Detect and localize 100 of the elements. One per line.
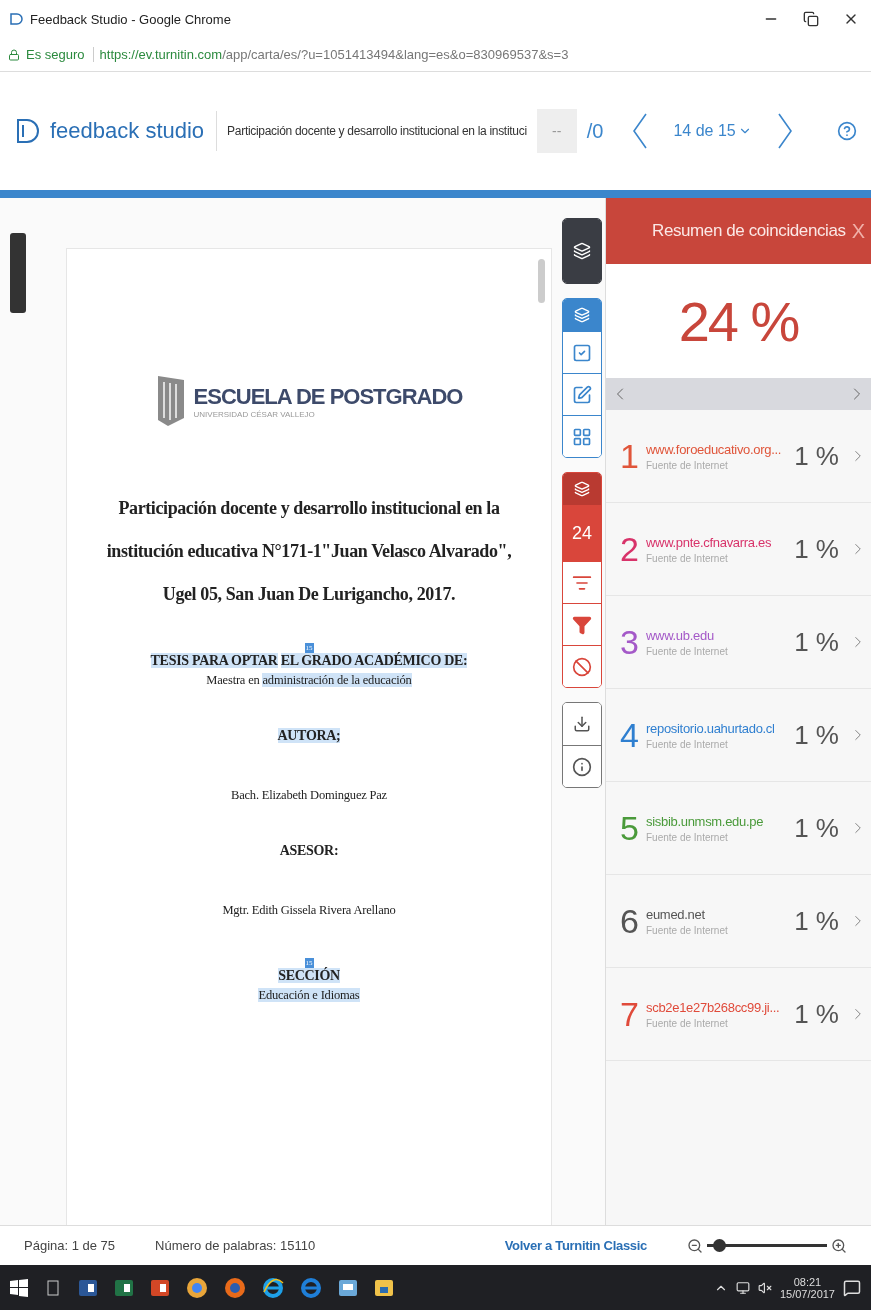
layers-button[interactable] <box>563 219 601 283</box>
match-percent: 1 % <box>794 533 839 565</box>
logo-icon <box>14 117 40 145</box>
restore-icon[interactable] <box>803 11 819 27</box>
document-title: Participación docente y desarrollo institucional en la instituci <box>227 124 527 138</box>
app-logo-icon <box>8 11 24 27</box>
match-type: Fuente de Internet <box>646 552 729 564</box>
chevron-left-icon <box>633 113 648 149</box>
presentation-icon[interactable] <box>150 1277 170 1298</box>
section-heading: ASESOR: <box>279 843 339 859</box>
info-button[interactable] <box>563 745 601 787</box>
match-source: www.ub.edu <box>646 627 715 643</box>
browser-icon[interactable] <box>300 1276 322 1299</box>
next-button[interactable] <box>777 113 792 149</box>
match-source: scb2e1e27b268cc99.ji... <box>646 999 781 1015</box>
grade-total: /0 <box>586 119 604 143</box>
match-source: sisbib.unmsm.edu.pe <box>646 813 765 829</box>
chevron-right-icon <box>777 113 792 149</box>
store-icon[interactable] <box>338 1277 358 1298</box>
match-source: www.pnte.cfnavarra.es <box>646 534 773 550</box>
word-processor-icon[interactable] <box>78 1277 98 1298</box>
exclude-button[interactable] <box>563 645 601 687</box>
match-type: Fuente de Internet <box>646 831 729 843</box>
browser-icon[interactable] <box>262 1276 284 1299</box>
help-icon <box>837 121 857 141</box>
info-icon <box>572 756 592 777</box>
browser-icon[interactable] <box>186 1276 208 1299</box>
similarity-total: 24 % <box>606 264 871 378</box>
notification-icon[interactable] <box>843 1278 861 1297</box>
match-number: 2 <box>620 529 636 569</box>
layers-icon <box>574 481 590 497</box>
help-button[interactable] <box>837 121 857 141</box>
shield-icon <box>155 374 186 428</box>
url-text[interactable]: https://ev.turnitin.com/app/carta/es/?u=1051413494&lang=es&o=830969537&s=3 <box>99 47 569 62</box>
task-view-icon[interactable] <box>44 1278 62 1297</box>
similarity-count-button[interactable]: 24 <box>563 505 601 561</box>
match-number: 3 <box>620 622 636 662</box>
brand-name: feedback studio <box>50 111 218 151</box>
pager-dropdown[interactable]: 14 de 15 <box>657 122 768 140</box>
volume-icon[interactable] <box>757 1280 772 1295</box>
grid-icon <box>572 426 592 447</box>
match-type: Fuente de Internet <box>646 924 729 936</box>
match-number: 7 <box>620 994 636 1034</box>
layers-button[interactable] <box>563 473 601 505</box>
match-number: 5 <box>620 808 636 848</box>
match-type: Fuente de Internet <box>646 1017 729 1029</box>
match-percent: 1 % <box>794 719 839 751</box>
match-percent: 1 % <box>794 626 839 658</box>
prohibited-icon <box>572 656 592 677</box>
browser-icon[interactable] <box>224 1276 246 1299</box>
checkbox-icon <box>572 342 592 363</box>
folder-icon[interactable] <box>374 1277 394 1298</box>
match-percent: 1 % <box>794 440 839 472</box>
match-percent: 1 % <box>794 812 839 844</box>
text-line: Mgtr. Edith Gissela Rivera Arellano <box>222 903 396 918</box>
clock-date: 15/07/2017 <box>779 1287 835 1300</box>
match-type: Fuente de Internet <box>646 645 729 657</box>
match-type: Fuente de Internet <box>646 738 729 750</box>
match-number: 6 <box>620 901 636 941</box>
layers-icon <box>573 242 591 260</box>
network-icon[interactable] <box>735 1280 750 1295</box>
zoom-out-icon[interactable] <box>687 1237 703 1254</box>
scrollbar-thumb[interactable] <box>538 259 545 303</box>
clock-time: 08:21 <box>793 1275 822 1288</box>
window-title: Feedback Studio - Google Chrome <box>30 11 232 27</box>
spreadsheet-icon[interactable] <box>114 1277 134 1298</box>
section-heading: AUTORA; <box>277 728 341 744</box>
match-number: 1 <box>620 436 636 476</box>
match-number: 4 <box>620 715 636 755</box>
panel-title: Resumen de coincidencias <box>652 221 846 241</box>
match-source: www.foroeducativo.org... <box>646 441 783 457</box>
download-icon <box>573 715 591 733</box>
section-heading: TESIS PARA OPTAR EL GRADO ACADÉMICO DE: <box>150 653 468 669</box>
title-line: institución educativa N°171-1"Juan Velasco Alvarado", <box>106 541 512 562</box>
match-percent: 1 % <box>794 998 839 1030</box>
classic-link[interactable]: Volver a Turnitin Classic <box>504 1238 647 1253</box>
match-percent: 1 % <box>794 905 839 937</box>
grid-button[interactable] <box>563 415 601 457</box>
filter-icon <box>572 614 592 635</box>
start-icon[interactable] <box>10 1278 28 1297</box>
layers-button[interactable] <box>563 299 601 331</box>
text-line: Bach. Elizabeth Dominguez Paz <box>231 788 387 803</box>
word-count: Número de palabras: 15110 <box>155 1238 316 1253</box>
match-source: repositorio.uahurtado.cl <box>646 720 776 736</box>
university-name: UNIVERSIDAD CÉSAR VALLEJO <box>193 409 316 419</box>
match-source: eumed.net <box>646 906 706 922</box>
section-heading: SECCIÓN <box>278 968 340 984</box>
edit-icon <box>572 384 592 405</box>
previous-button[interactable] <box>633 113 648 149</box>
side-handle[interactable] <box>10 233 26 313</box>
layers-icon <box>574 307 590 323</box>
lock-icon <box>8 48 20 61</box>
title-line: Ugel 05, San Juan De Lurigancho, 2017. <box>162 584 456 605</box>
page-count: Página: 1 de 75 <box>24 1238 116 1253</box>
secure-label: Es seguro <box>26 47 94 62</box>
text-line: Maestra en administración de la educación <box>206 673 412 688</box>
match-type: Fuente de Internet <box>646 459 729 471</box>
zoom-in-icon[interactable] <box>831 1237 847 1254</box>
school-name: ESCUELA DE POSTGRADO <box>193 383 463 410</box>
clock[interactable]: 08:21 15/07/2017 <box>779 1275 835 1300</box>
